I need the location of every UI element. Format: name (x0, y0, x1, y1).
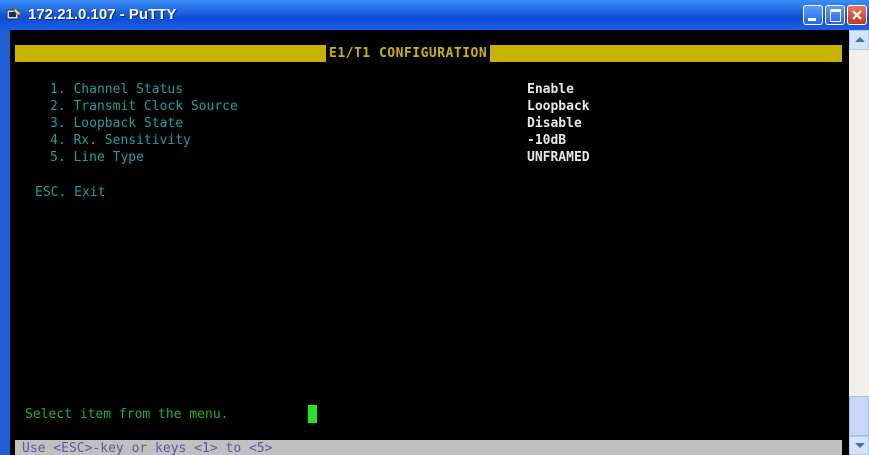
putty-icon[interactable] (6, 7, 22, 23)
status-text: Use <ESC>-key or keys <1> to <5> (22, 441, 273, 455)
menu-value-transmit-clock-source: Loopback (527, 99, 590, 114)
text-cursor (308, 405, 317, 423)
minimize-icon[interactable] (803, 5, 823, 25)
menu-value-channel-status: Enable (527, 82, 574, 97)
scroll-up-icon[interactable] (849, 30, 869, 50)
window-title: 172.21.0.107 - PuTTY (28, 6, 177, 23)
menu-item-channel-status[interactable]: 1. Channel Status (50, 81, 183, 98)
menu-item-esc-exit[interactable]: ESC. Exit (35, 184, 105, 201)
menu-value-rx-sensitivity: -10dB (527, 133, 567, 148)
prompt-text: Select item from the menu. (25, 407, 229, 422)
title-bar[interactable]: 172.21.0.107 - PuTTY (0, 0, 869, 30)
menu-value-line-type: UNFRAMED (527, 150, 590, 165)
menu-item-line-type[interactable]: 5. Line Type (50, 149, 144, 166)
menu-value-loopback-state: Disable (527, 116, 582, 131)
vertical-scrollbar[interactable] (849, 30, 869, 455)
scroll-down-icon[interactable] (849, 436, 869, 455)
maximize-icon[interactable] (825, 5, 845, 25)
menu-item-loopback-state[interactable]: 3. Loopback State (50, 115, 183, 132)
menu-item-transmit-clock-source[interactable]: 2. Transmit Clock Source (50, 98, 238, 115)
scroll-thumb[interactable] (849, 396, 869, 436)
menu-item-rx-sensitivity[interactable]: 4. Rx. Sensitivity (50, 132, 191, 149)
terminal-screen[interactable]: E1/T1 CONFIGURATION 1. Channel Status En… (10, 30, 849, 455)
window-frame (0, 30, 10, 455)
close-icon[interactable] (847, 5, 867, 25)
screen-title: E1/T1 CONFIGURATION (326, 45, 491, 62)
